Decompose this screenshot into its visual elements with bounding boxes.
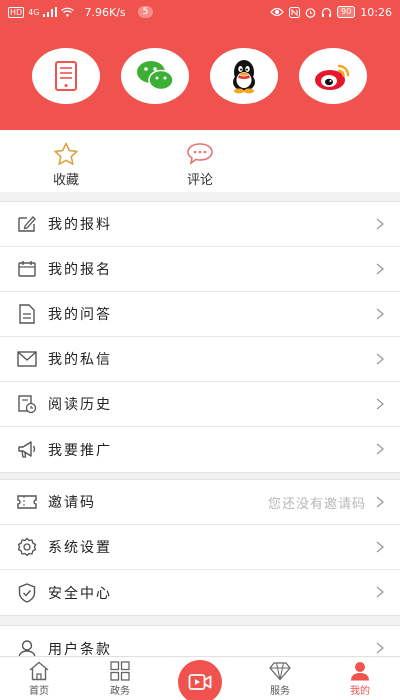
ticket-icon: [16, 491, 38, 513]
favorites-comments-bar: 收藏 评论: [0, 130, 400, 192]
nfc-icon: [289, 6, 301, 18]
video-record-button[interactable]: [178, 660, 222, 700]
network-type: HD: [8, 6, 25, 18]
eye-icon: [270, 7, 284, 17]
share-row: [0, 48, 400, 104]
tab-favorites[interactable]: 收藏: [36, 142, 96, 188]
menu-item-my-registrations[interactable]: 我的报名: [0, 247, 400, 292]
history-icon: [16, 393, 38, 415]
menu-item-promote[interactable]: 我要推广: [0, 427, 400, 472]
edit-note-icon: [16, 213, 38, 235]
menu-item-label: 阅读历史: [48, 397, 112, 413]
comment-icon: [187, 143, 213, 165]
menu-group-settings: 邀请码 您还没有邀请码 系统设置 安全中心: [0, 479, 400, 616]
chevron-right-icon: [376, 496, 385, 508]
status-bar: HD 4G 7.96K/s 5 90 10:26: [0, 0, 400, 24]
nav-services[interactable]: 服务: [255, 661, 305, 697]
chevron-right-icon: [376, 586, 385, 598]
nav-home-label: 首页: [29, 686, 49, 697]
headphone-icon: [322, 7, 332, 17]
profile-header: HD 4G 7.96K/s 5 90 10:26: [0, 0, 400, 130]
chevron-right-icon: [376, 263, 385, 275]
wifi-icon: [61, 7, 75, 17]
chevron-right-icon: [376, 398, 385, 410]
home-icon: [29, 661, 49, 681]
gear-icon: [16, 536, 38, 558]
nav-mine[interactable]: 我的: [335, 661, 385, 697]
calendar-icon: [16, 258, 38, 280]
menu-item-label: 我的报料: [48, 217, 112, 233]
chevron-right-icon: [376, 353, 385, 365]
invite-code-hint: 您还没有邀请码: [267, 496, 366, 512]
nav-services-label: 服务: [270, 686, 290, 697]
share-wechat-button[interactable]: [121, 48, 189, 104]
menu-item-security-center[interactable]: 安全中心: [0, 570, 400, 615]
profile-icon: [351, 662, 369, 681]
share-qq-button[interactable]: [210, 48, 278, 104]
menu-item-invite-code[interactable]: 邀请码 您还没有邀请码: [0, 480, 400, 525]
menu-item-label: 我的问答: [48, 307, 112, 323]
video-camera-icon: [188, 674, 212, 690]
menu-item-label: 我要推广: [48, 442, 112, 459]
battery-level: 90: [337, 6, 356, 18]
alarm-icon: [305, 7, 316, 18]
tab-favorites-label: 收藏: [52, 173, 79, 188]
diamond-icon: [269, 662, 291, 681]
menu-item-my-qa[interactable]: 我的问答: [0, 292, 400, 337]
document-icon: [16, 303, 38, 325]
signal-icon: [43, 7, 58, 17]
menu-group-activity: 我的报料 我的报名 我的问答 我的私信 阅读历史 我要推广: [0, 201, 400, 473]
megaphone-icon: [16, 439, 38, 461]
chevron-right-icon: [376, 642, 385, 654]
notification-badge: 5: [137, 6, 154, 18]
star-icon: [54, 142, 78, 165]
menu-item-label: 我的私信: [48, 352, 112, 368]
menu-item-label: 安全中心: [48, 585, 112, 602]
menu-item-label: 我的报名: [48, 262, 112, 278]
signal-label: 4G: [28, 7, 40, 17]
menu-item-my-reports[interactable]: 我的报料: [0, 202, 400, 247]
grid-icon: [110, 661, 130, 681]
menu-item-reading-history[interactable]: 阅读历史: [0, 382, 400, 427]
qq-icon: [233, 60, 255, 94]
weibo-icon: [315, 64, 350, 90]
chevron-right-icon: [376, 308, 385, 320]
chevron-right-icon: [376, 443, 385, 455]
share-weibo-button[interactable]: [299, 48, 367, 104]
nav-mine-label: 我的: [350, 686, 370, 697]
clock: 10:26: [360, 5, 392, 19]
chevron-right-icon: [376, 218, 385, 230]
menu-item-label: 系统设置: [48, 540, 112, 556]
menu-item-label: 邀请码: [48, 495, 96, 511]
wechat-icon: [137, 61, 174, 91]
nav-home[interactable]: 首页: [14, 661, 64, 697]
share-tablet-button[interactable]: [32, 48, 100, 104]
menu-item-my-messages[interactable]: 我的私信: [0, 337, 400, 382]
menu-item-system-settings[interactable]: 系统设置: [0, 525, 400, 570]
tab-comments[interactable]: 评论: [170, 142, 230, 188]
tablet-icon: [55, 61, 77, 91]
tab-comments-label: 评论: [186, 173, 213, 188]
nav-government[interactable]: 政务: [95, 661, 145, 697]
chevron-right-icon: [376, 541, 385, 553]
shield-icon: [16, 582, 38, 604]
net-speed: 7.96K/s: [84, 5, 126, 19]
mail-icon: [16, 348, 38, 370]
nav-government-label: 政务: [110, 686, 130, 697]
